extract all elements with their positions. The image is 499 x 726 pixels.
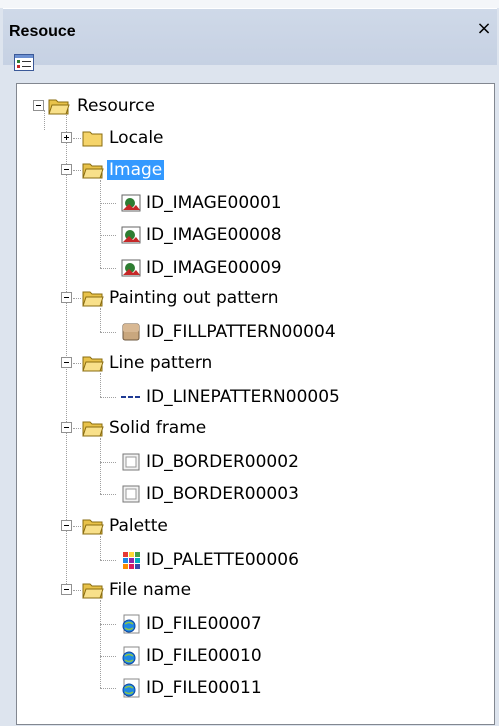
tree-leaf[interactable]: ID_LINEPATTERN00005 bbox=[17, 382, 340, 412]
tree-leaf[interactable]: ID_FILE00007 bbox=[17, 609, 317, 639]
expand-toggle[interactable] bbox=[61, 132, 72, 143]
open-folder-icon bbox=[82, 519, 104, 535]
tree-node-label: ID_IMAGE00001 bbox=[146, 193, 282, 213]
tree-leaf[interactable]: ID_FILLPATTERN00004 bbox=[17, 317, 336, 347]
tree-leaf[interactable]: ID_BORDER00002 bbox=[17, 447, 317, 477]
open-folder-icon bbox=[82, 421, 104, 437]
tree-node-label: ID_FILLPATTERN00004 bbox=[146, 322, 336, 342]
top-strip bbox=[0, 0, 499, 8]
open-folder-icon bbox=[82, 291, 104, 307]
resource-panel: Resouce × Resource Locale Image ID_IMAGE… bbox=[0, 0, 499, 726]
properties-button[interactable] bbox=[14, 54, 34, 71]
fill-pattern-icon bbox=[122, 323, 140, 341]
resource-tree[interactable]: Resource Locale Image ID_IMAGE00001 ID_I… bbox=[16, 83, 495, 725]
tree-node-label: Solid frame bbox=[109, 418, 207, 438]
tree-leaf[interactable]: ID_BORDER00003 bbox=[17, 479, 317, 509]
tree-leaf[interactable]: ID_FILE00011 bbox=[17, 673, 317, 703]
tree-leaf[interactable]: ID_FILE00010 bbox=[17, 641, 317, 671]
tree-node-label: Painting out pattern bbox=[109, 288, 279, 308]
palette-icon bbox=[123, 552, 140, 569]
tree-node-label: ID_IMAGE00008 bbox=[146, 225, 282, 245]
tree-node-label: ID_LINEPATTERN00005 bbox=[146, 387, 340, 407]
border-frame-icon bbox=[122, 453, 140, 471]
tree-node-label: ID_BORDER00003 bbox=[146, 484, 299, 504]
collapse-toggle[interactable] bbox=[61, 357, 72, 368]
tree-leaf[interactable]: ID_IMAGE00009 bbox=[17, 253, 317, 283]
tree-leaf[interactable]: ID_IMAGE00008 bbox=[17, 220, 317, 250]
tree-node-palette[interactable]: Palette bbox=[17, 511, 317, 541]
open-folder-icon bbox=[82, 163, 104, 179]
tree-node-label: Image bbox=[107, 160, 165, 180]
collapse-toggle[interactable] bbox=[33, 100, 44, 111]
collapse-toggle[interactable] bbox=[61, 584, 72, 595]
globe-file-icon bbox=[122, 614, 140, 634]
tree-leaf[interactable]: ID_PALETTE00006 bbox=[17, 545, 317, 575]
close-button[interactable]: × bbox=[475, 20, 493, 38]
tree-node-label: Palette bbox=[109, 516, 168, 536]
collapse-toggle[interactable] bbox=[61, 164, 72, 175]
image-file-icon bbox=[121, 194, 141, 212]
tree-node-label: ID_FILE00011 bbox=[146, 678, 262, 698]
tree-node-label: Resource bbox=[77, 96, 155, 116]
panel-titlebar: Resouce × bbox=[3, 8, 497, 71]
tree-node-painting-out-pattern[interactable]: Painting out pattern bbox=[17, 283, 317, 313]
tree-node-root[interactable]: Resource bbox=[17, 91, 317, 121]
collapse-toggle[interactable] bbox=[61, 422, 72, 433]
collapse-toggle[interactable] bbox=[61, 292, 72, 303]
globe-file-icon bbox=[122, 646, 140, 666]
tree-node-label: ID_BORDER00002 bbox=[146, 452, 299, 472]
globe-file-icon bbox=[122, 678, 140, 698]
tree-node-locale[interactable]: Locale bbox=[17, 123, 317, 153]
image-file-icon bbox=[121, 226, 141, 244]
tree-node-label: Line pattern bbox=[109, 353, 213, 373]
open-folder-icon bbox=[48, 99, 70, 115]
tree-node-label: ID_FILE00010 bbox=[146, 646, 262, 666]
open-folder-icon bbox=[82, 356, 104, 372]
tree-node-line-pattern[interactable]: Line pattern bbox=[17, 348, 317, 378]
open-folder-icon bbox=[82, 583, 104, 599]
tree-node-file-name[interactable]: File name bbox=[17, 575, 317, 605]
tree-node-label: ID_PALETTE00006 bbox=[146, 550, 299, 570]
folder-icon bbox=[82, 131, 103, 147]
image-file-icon bbox=[121, 259, 141, 277]
collapse-toggle[interactable] bbox=[61, 520, 72, 531]
properties-icon bbox=[14, 54, 34, 71]
tree-node-label: File name bbox=[109, 580, 192, 600]
panel-title: Resouce bbox=[9, 23, 76, 40]
tree-node-image[interactable]: Image bbox=[17, 155, 317, 185]
tree-node-label: ID_IMAGE00009 bbox=[146, 258, 282, 278]
tree-node-solid-frame[interactable]: Solid frame bbox=[17, 413, 317, 443]
tree-node-label: ID_FILE00007 bbox=[146, 614, 262, 634]
tree-leaf[interactable]: ID_IMAGE00001 bbox=[17, 188, 317, 218]
tree-node-label: Locale bbox=[109, 128, 164, 148]
line-pattern-icon bbox=[121, 396, 140, 398]
border-frame-icon bbox=[122, 485, 140, 503]
